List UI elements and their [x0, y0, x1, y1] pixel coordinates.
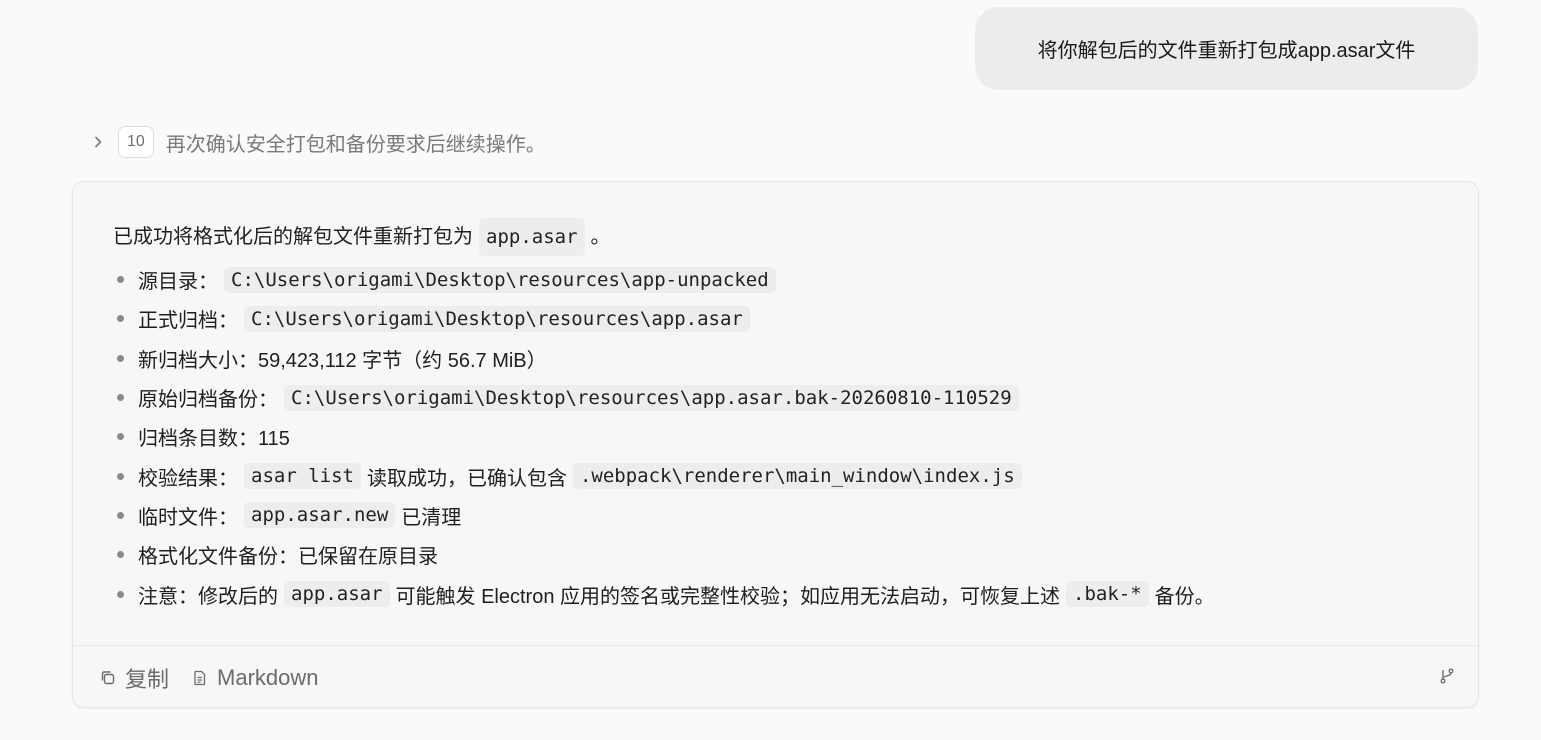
- response-bullet-list: 源目录： C:\Users\origami\Desktop\resources\a…: [113, 260, 1448, 614]
- bullet-dot: [117, 276, 124, 284]
- chat-page: 将你解包后的文件重新打包成app.asar文件 10 再次确认安全打包和备份要求…: [0, 0, 1541, 740]
- bullet-text: 格式化文件备份：已保留在原目录: [138, 546, 438, 569]
- markdown-label: Markdown: [217, 665, 319, 690]
- user-message-bubble: 将你解包后的文件重新打包成app.asar文件: [975, 7, 1478, 90]
- copy-icon: [99, 669, 117, 687]
- copy-label: 复制: [125, 667, 170, 692]
- bullet-dot: [117, 551, 124, 559]
- bullet-item: 正式归档： C:\Users\origami\Desktop\resources\…: [113, 299, 1448, 338]
- card-divider: [73, 645, 1478, 646]
- bullet-dot: [117, 433, 124, 441]
- inline-code: app.asar: [284, 581, 390, 608]
- response-body: 已成功将格式化后的解包文件重新打包为 app.asar 。 源目录： C:\Use…: [113, 218, 1448, 614]
- bullet-text: 新归档大小：59,423,112 字节（约 56.7 MiB）: [138, 349, 547, 372]
- bullet-text: 原始归档备份：: [138, 389, 278, 412]
- reasoning-step-count: 10: [118, 126, 154, 158]
- bullet-item: 校验结果： asar list 读取成功，已确认包含 .webpack\rendere…: [113, 456, 1448, 495]
- bullet-dot: [117, 472, 124, 480]
- bullet-item: 临时文件： app.asar.new 已清理: [113, 496, 1448, 535]
- inline-code: .webpack\renderer\main_window\index.js: [572, 463, 1022, 490]
- bullet-dot: [117, 354, 124, 362]
- inline-code: C:\Users\origami\Desktop\resources\app-u…: [224, 266, 776, 293]
- bullet-text: 正式归档：: [138, 310, 238, 333]
- inline-code: C:\Users\origami\Desktop\resources\app.a…: [244, 305, 750, 332]
- bullet-text: 备份。: [1154, 585, 1215, 608]
- inline-code: C:\Users\origami\Desktop\resources\app.a…: [284, 384, 1019, 411]
- bullet-text: 读取成功，已确认包含: [366, 467, 567, 490]
- copy-button[interactable]: 复制: [99, 662, 169, 694]
- branch-button[interactable]: [1438, 665, 1456, 691]
- bullet-item: 归档条目数：115: [113, 417, 1448, 456]
- assistant-response-card: 已成功将格式化后的解包文件重新打包为 app.asar 。 源目录： C:\Use…: [72, 181, 1479, 708]
- bullet-text: 已清理: [401, 506, 462, 529]
- intro-text-end: 。: [590, 226, 611, 248]
- bullet-item: 注意：修改后的 app.asar 可能触发 Electron 应用的签名或完整性校验…: [113, 574, 1448, 613]
- bullet-item: 格式化文件备份：已保留在原目录: [113, 535, 1448, 574]
- reasoning-toggle[interactable]: 10 再次确认安全打包和备份要求后继续操作。: [90, 124, 546, 160]
- bullet-item: 原始归档备份： C:\Users\origami\Desktop\resource…: [113, 378, 1448, 417]
- bullet-text: 源目录：: [138, 271, 218, 294]
- inline-code: app.asar: [479, 218, 585, 256]
- bullet-dot: [117, 315, 124, 323]
- bullet-dot: [117, 394, 124, 402]
- bullet-dot: [117, 511, 124, 519]
- bullet-item: 新归档大小：59,423,112 字节（约 56.7 MiB）: [113, 339, 1448, 378]
- reasoning-summary: 再次确认安全打包和备份要求后继续操作。: [165, 133, 546, 156]
- bullet-text: 临时文件：: [138, 506, 238, 529]
- bullet-text: 可能触发 Electron 应用的签名或完整性校验；如应用无法启动，可恢复上述: [395, 585, 1060, 608]
- bullet-text: 归档条目数：115: [138, 428, 290, 451]
- chevron-right-icon[interactable]: [90, 134, 106, 150]
- intro-text: 已成功将格式化后的解包文件重新打包为: [113, 226, 473, 248]
- copy-markdown-button[interactable]: Markdown: [191, 665, 319, 691]
- bullet-text: 注意：修改后的: [138, 585, 278, 608]
- response-actions: 复制 Markdown: [99, 658, 1456, 698]
- response-intro: 已成功将格式化后的解包文件重新打包为 app.asar 。: [113, 218, 1448, 256]
- branch-icon: [1438, 665, 1456, 691]
- bullet-text: 校验结果：: [138, 467, 238, 490]
- document-icon: [191, 669, 209, 687]
- bullet-dot: [117, 590, 124, 598]
- inline-code: app.asar.new: [244, 502, 396, 529]
- bullet-item: 源目录： C:\Users\origami\Desktop\resources\a…: [113, 260, 1448, 299]
- inline-code: asar list: [244, 463, 361, 490]
- inline-code: .bak-*: [1066, 581, 1149, 608]
- user-message-text: 将你解包后的文件重新打包成app.asar文件: [1037, 40, 1416, 62]
